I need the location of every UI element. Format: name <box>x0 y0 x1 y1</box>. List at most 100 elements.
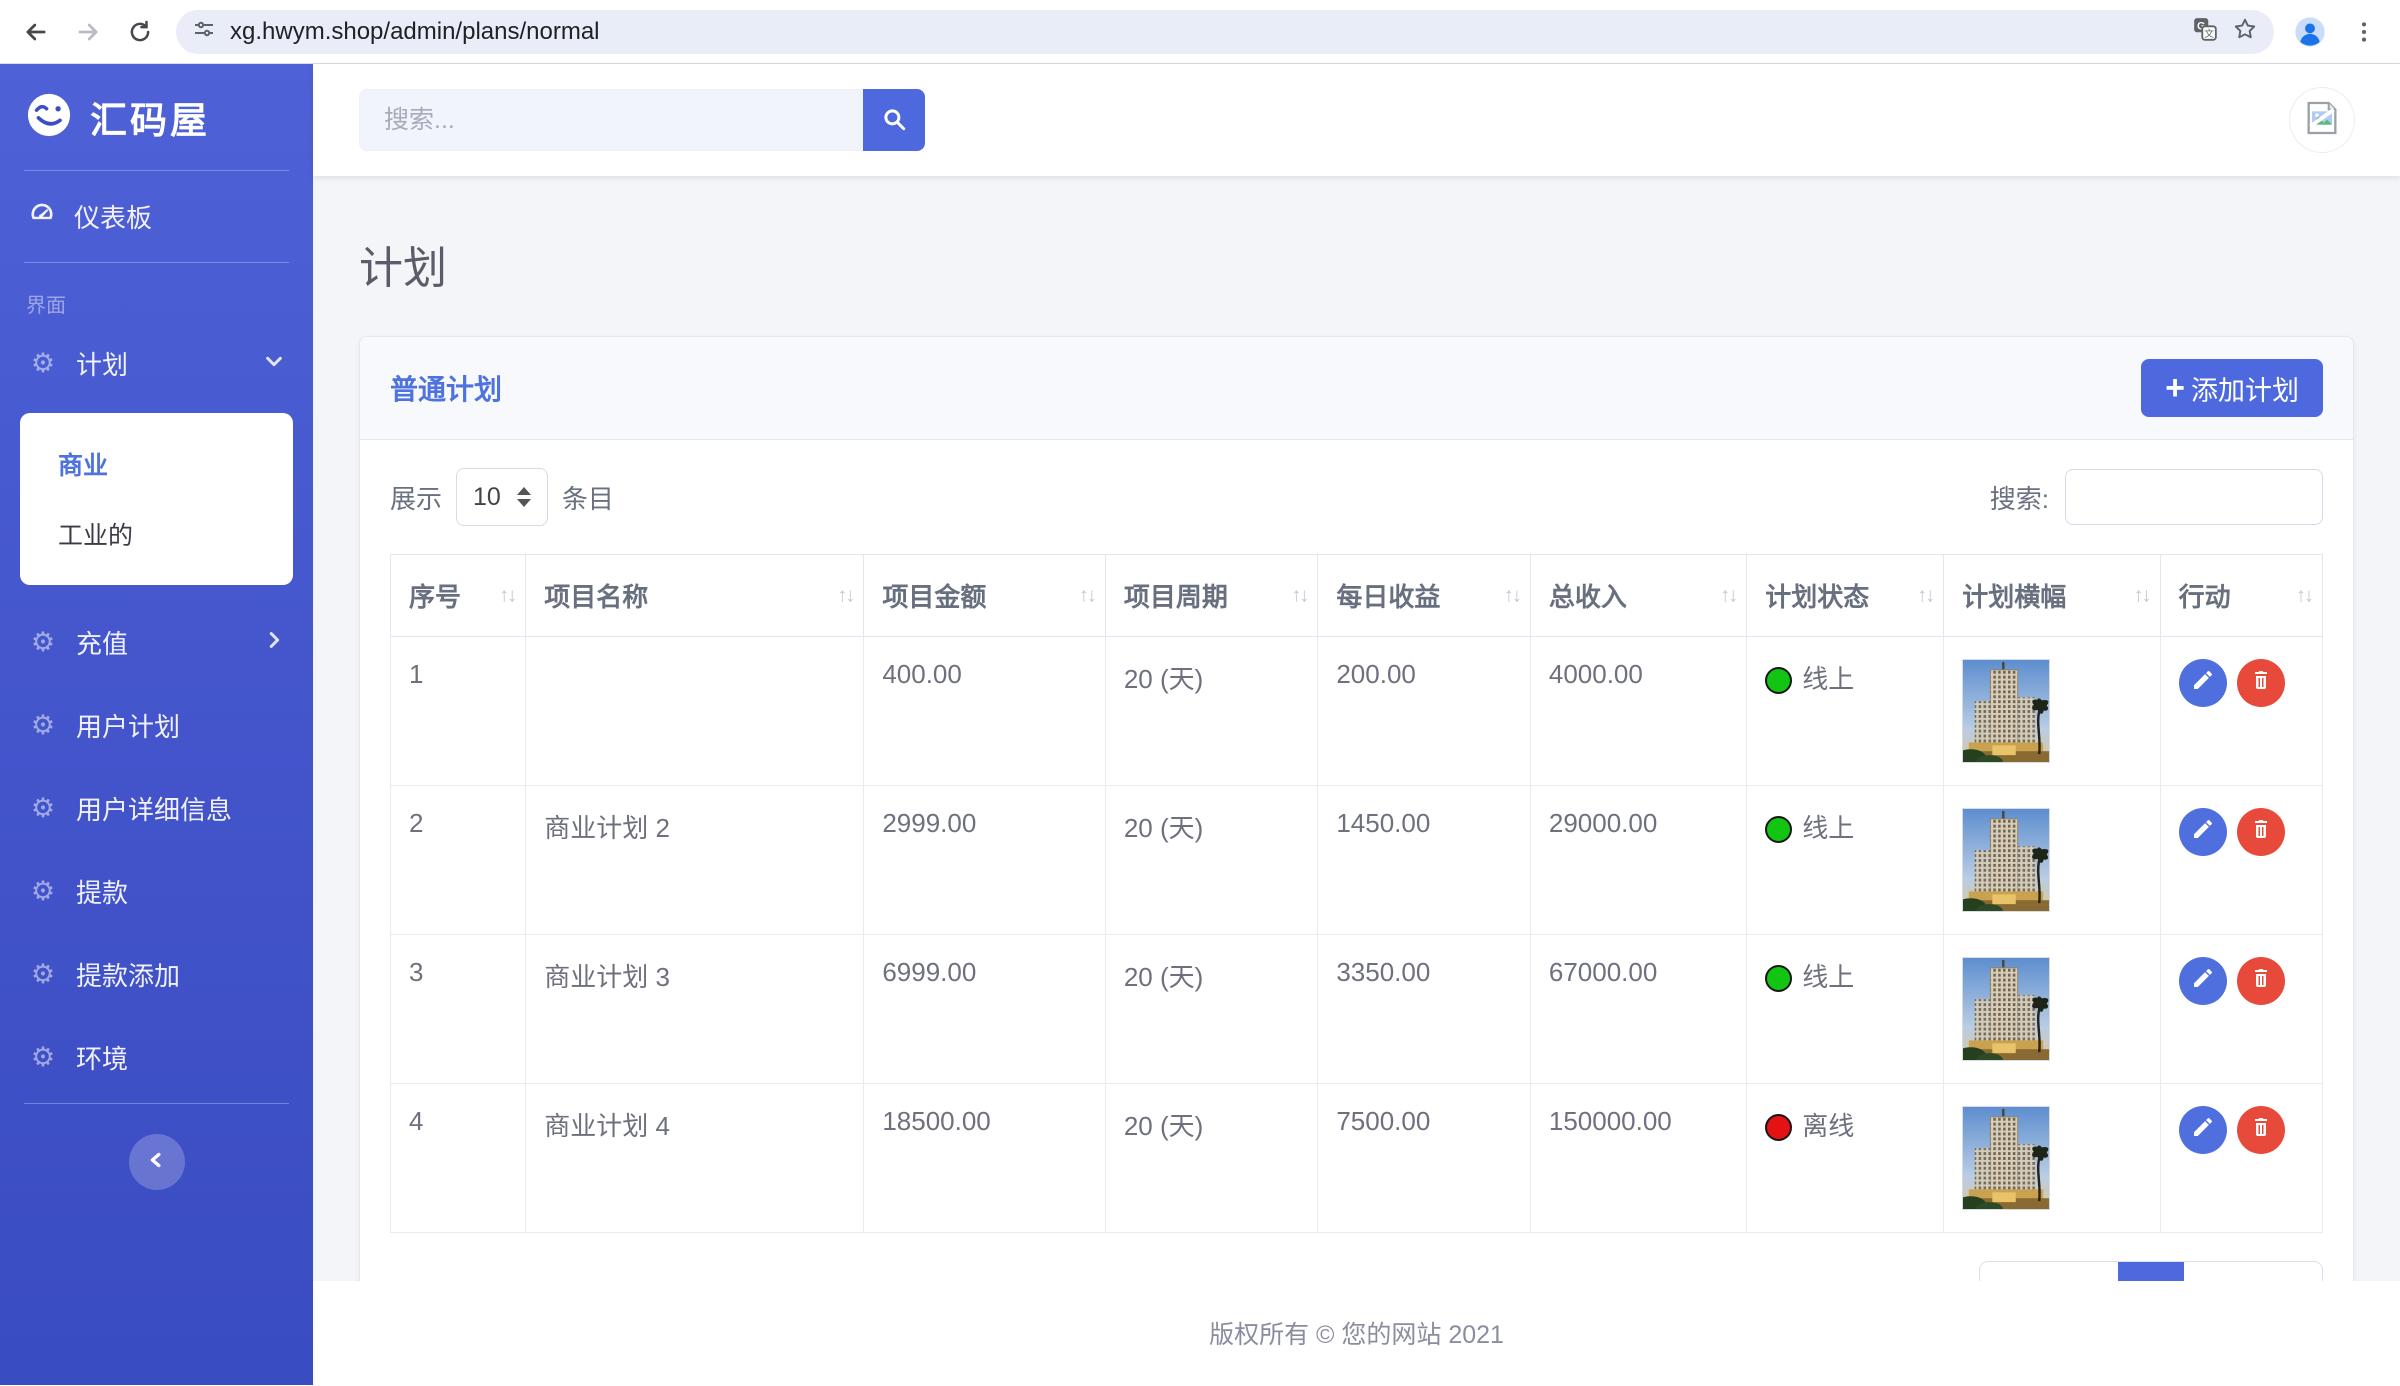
cell-status: 线上 <box>1747 935 1944 1084</box>
cell-amount: 18500.00 <box>864 1084 1106 1233</box>
sidebar-item-user-plans[interactable]: 用户计划 <box>0 684 313 767</box>
forward-icon[interactable] <box>72 16 104 48</box>
column-period[interactable]: 项目周期 <box>1105 555 1318 637</box>
delete-button[interactable] <box>2237 659 2285 707</box>
column-daily-profit[interactable]: 每日收益 <box>1318 555 1531 637</box>
cell-total-income: 29000.00 <box>1530 786 1746 935</box>
card-title: 普通计划 <box>390 368 502 408</box>
cell-total-income: 67000.00 <box>1530 935 1746 1084</box>
svg-text:文: 文 <box>2204 27 2214 40</box>
sidebar-item-user-details[interactable]: 用户详细信息 <box>0 767 313 850</box>
sort-icon <box>499 584 515 607</box>
cell-amount: 400.00 <box>864 637 1106 786</box>
page-size-select[interactable]: 10 <box>456 468 548 526</box>
search-button[interactable] <box>863 89 925 151</box>
sort-icon <box>837 584 853 607</box>
pagination-next[interactable]: 下一个 <box>2184 1262 2322 1281</box>
pencil-icon <box>2191 966 2215 997</box>
address-bar[interactable]: xg.hwym.shop/admin/plans/normal G文 <box>176 10 2274 54</box>
search-input[interactable] <box>359 89 863 151</box>
cell-name: 商业计划 2 <box>526 786 864 935</box>
add-plan-button[interactable]: 添加计划 <box>2141 359 2323 417</box>
pagination: 以前的 1 下一个 <box>1979 1261 2324 1281</box>
sidebar-item-environment[interactable]: 环境 <box>0 1016 313 1099</box>
sidebar-item-label: 用户详细信息 <box>76 790 232 827</box>
edit-button[interactable] <box>2179 1106 2227 1154</box>
pagination-previous[interactable]: 以前的 <box>1980 1262 2118 1281</box>
translate-icon[interactable]: G文 <box>2192 16 2218 47</box>
cell-banner <box>1944 1084 2160 1233</box>
column-actions[interactable]: 行动 <box>2160 555 2322 637</box>
column-amount[interactable]: 项目金额 <box>864 555 1106 637</box>
sidebar-item-plans[interactable]: 计划 <box>0 322 313 405</box>
cell-actions <box>2160 637 2322 786</box>
dashboard-gauge-icon <box>28 199 56 234</box>
edit-button[interactable] <box>2179 808 2227 856</box>
back-icon[interactable] <box>20 16 52 48</box>
sidebar-item-withdraw-add[interactable]: 提款添加 <box>0 933 313 1016</box>
plans-table: 序号 项目名称 项目金额 项目周期 每日收益 总收入 计划状态 计划横幅 行动 <box>390 554 2323 1233</box>
divider <box>24 170 289 171</box>
table-row: 2商业计划 22999.0020 (天)1450.0029000.00线上 <box>391 786 2323 935</box>
table-search-input[interactable] <box>2065 469 2323 525</box>
delete-button[interactable] <box>2237 957 2285 1005</box>
pencil-icon <box>2191 817 2215 848</box>
edit-button[interactable] <box>2179 957 2227 1005</box>
cell-status: 离线 <box>1747 1084 1944 1233</box>
trash-icon <box>2249 966 2273 997</box>
bookmark-star-icon[interactable] <box>2232 16 2258 47</box>
cell-daily-profit: 1450.00 <box>1318 786 1531 935</box>
sort-icon <box>2134 584 2150 607</box>
submenu-item-industrial[interactable]: 工业的 <box>20 499 293 569</box>
sidebar-item-recharge[interactable]: 充值 <box>0 601 313 684</box>
user-avatar[interactable] <box>2290 88 2354 152</box>
cell-daily-profit: 3350.00 <box>1318 935 1531 1084</box>
column-status[interactable]: 计划状态 <box>1747 555 1944 637</box>
column-total-income[interactable]: 总收入 <box>1530 555 1746 637</box>
card-body: 展示 10 条目 搜索: <box>360 440 2353 1281</box>
status-dot-online <box>1765 816 1792 843</box>
cell-name: 商业计划 3 <box>526 935 864 1084</box>
cell-status: 线上 <box>1747 786 1944 935</box>
gear-icon <box>28 1044 58 1071</box>
sidebar-item-dashboard[interactable]: 仪表板 <box>0 175 313 258</box>
plans-card: 普通计划 添加计划 展示 10 <box>359 336 2354 1281</box>
submenu-item-business[interactable]: 商业 <box>20 429 293 499</box>
column-banner[interactable]: 计划横幅 <box>1944 555 2160 637</box>
url-text[interactable]: xg.hwym.shop/admin/plans/normal <box>230 18 2178 46</box>
cell-amount: 6999.00 <box>864 935 1106 1084</box>
cell-daily-profit: 200.00 <box>1318 637 1531 786</box>
column-name[interactable]: 项目名称 <box>526 555 864 637</box>
pagination-page-1[interactable]: 1 <box>2118 1262 2184 1281</box>
cell-serial: 1 <box>391 637 526 786</box>
gear-icon <box>28 961 58 988</box>
table-row: 1400.0020 (天)200.004000.00线上 <box>391 637 2323 786</box>
page-size-value: 10 <box>473 483 501 512</box>
delete-button[interactable] <box>2237 1106 2285 1154</box>
status-label: 线上 <box>1802 664 1854 694</box>
chevron-right-icon <box>263 627 285 658</box>
sidebar-section-label: 界面 <box>0 267 313 322</box>
brand[interactable]: 汇码屋 <box>0 64 313 166</box>
chevron-down-icon <box>263 348 285 379</box>
card-header: 普通计划 添加计划 <box>360 337 2353 440</box>
edit-button[interactable] <box>2179 659 2227 707</box>
cell-actions <box>2160 935 2322 1084</box>
browser-menu-icon[interactable] <box>2348 16 2380 48</box>
delete-button[interactable] <box>2237 808 2285 856</box>
sidebar-item-withdraw[interactable]: 提款 <box>0 850 313 933</box>
cell-name: 商业计划 4 <box>526 1084 864 1233</box>
plan-banner-image <box>1962 1106 2050 1210</box>
column-serial[interactable]: 序号 <box>391 555 526 637</box>
table-search-label: 搜索: <box>1990 479 2049 516</box>
cell-amount: 2999.00 <box>864 786 1106 935</box>
profile-avatar-icon[interactable] <box>2294 16 2326 48</box>
site-settings-icon[interactable] <box>192 17 216 46</box>
sidebar-item-label: 计划 <box>76 345 128 382</box>
cell-daily-profit: 7500.00 <box>1318 1084 1531 1233</box>
topbar <box>313 64 2400 176</box>
table-row: 3商业计划 36999.0020 (天)3350.0067000.00线上 <box>391 935 2323 1084</box>
reload-icon[interactable] <box>124 16 156 48</box>
sidebar-collapse-button[interactable] <box>129 1134 185 1190</box>
footer: 版权所有 © 您的网站 2021 <box>313 1281 2400 1385</box>
